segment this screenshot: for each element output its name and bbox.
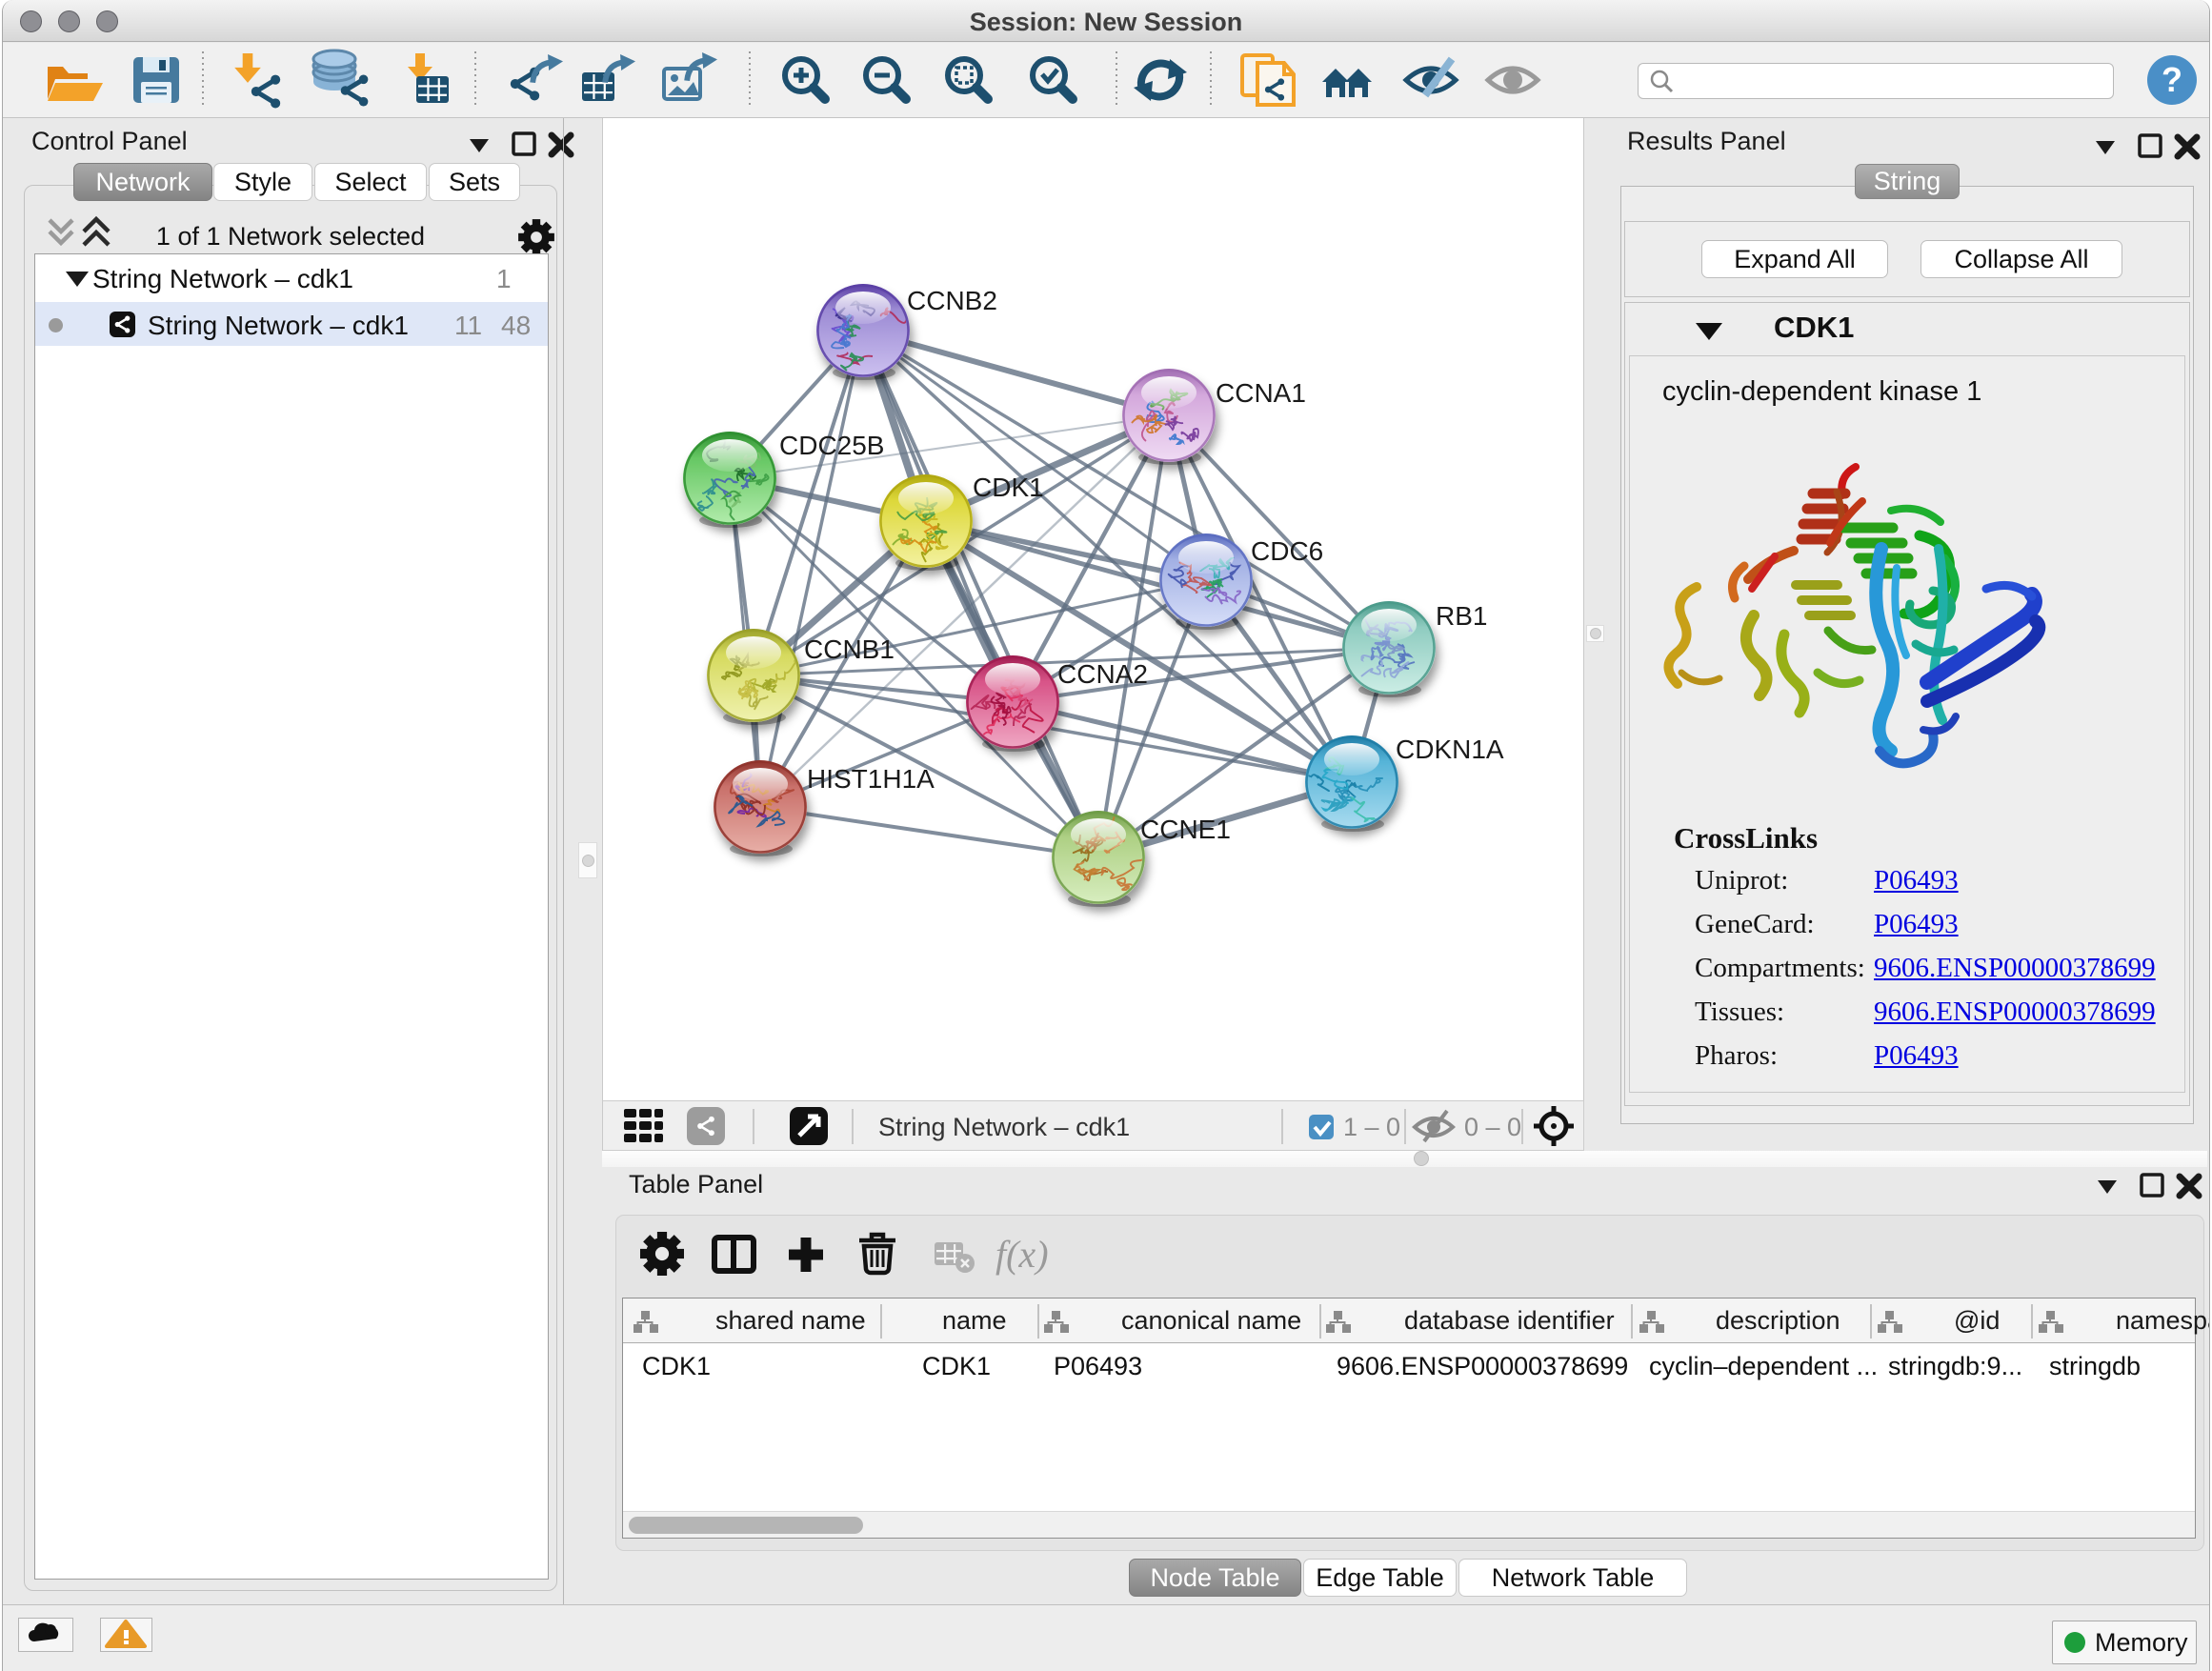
svg-text:CCNA1: CCNA1	[1216, 378, 1306, 408]
svg-text:?: ?	[2162, 60, 2182, 99]
svg-text:CDKN1A: CDKN1A	[1396, 735, 1504, 764]
svg-text:String Network – cdk1: String Network – cdk1	[878, 1113, 1130, 1141]
svg-text:f(x): f(x)	[995, 1233, 1049, 1276]
svg-text:HIST1H1A: HIST1H1A	[807, 764, 935, 794]
svg-text:CCNB1: CCNB1	[804, 634, 895, 664]
svg-text:0 – 0: 0 – 0	[1464, 1113, 1521, 1141]
svg-text:CCNA2: CCNA2	[1057, 659, 1148, 689]
svg-text:CDK1: CDK1	[973, 473, 1044, 502]
svg-text:CDC6: CDC6	[1251, 536, 1323, 566]
svg-text:CCNE1: CCNE1	[1140, 815, 1231, 844]
svg-text:1 – 0: 1 – 0	[1343, 1113, 1400, 1141]
svg-text:CDC25B: CDC25B	[779, 431, 884, 460]
svg-text:CCNB2: CCNB2	[907, 286, 997, 315]
svg-text:RB1: RB1	[1436, 601, 1487, 631]
